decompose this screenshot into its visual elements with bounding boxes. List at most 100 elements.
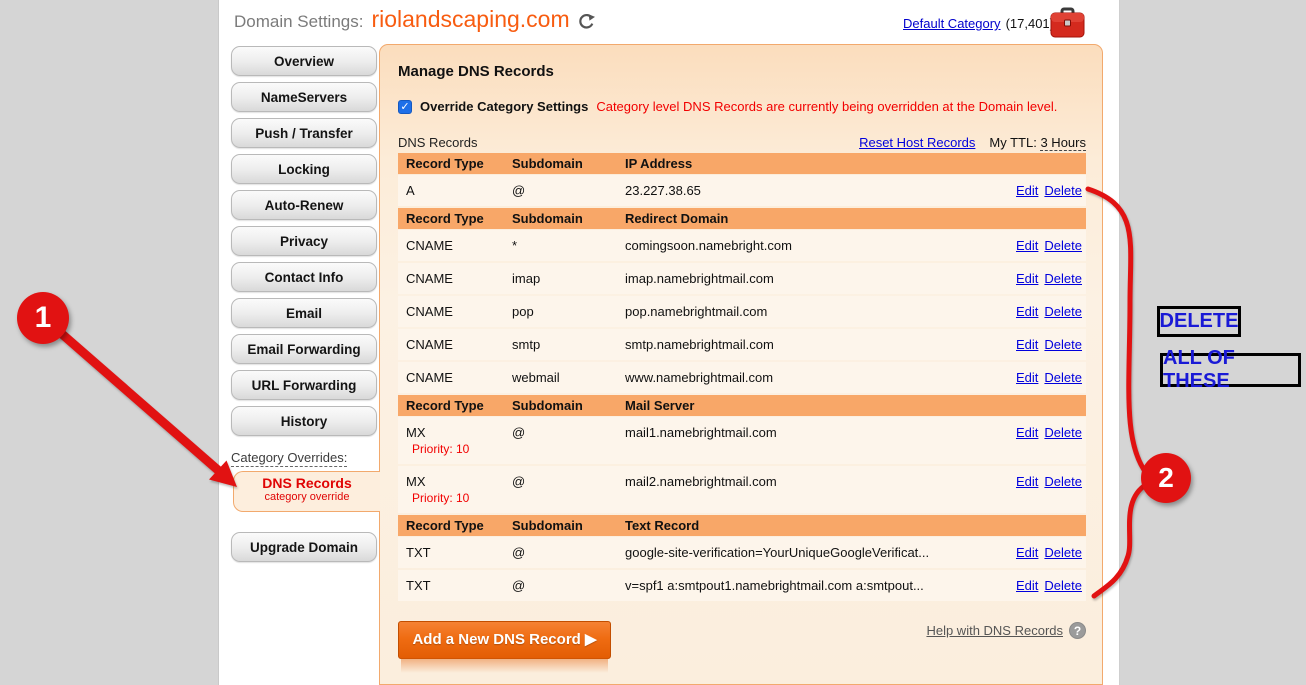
edit-link[interactable]: Edit — [1016, 304, 1038, 319]
page-header: Domain Settings: riolandscaping.com — [234, 6, 595, 33]
sidebar-item-url-forwarding[interactable]: URL Forwarding — [231, 370, 377, 400]
value-cell: mail2.namebrightmail.com — [625, 474, 986, 489]
arrow-right-icon: ▶ — [585, 631, 597, 648]
upgrade-domain-button[interactable]: Upgrade Domain — [231, 532, 377, 562]
subdomain-cell: pop — [512, 304, 625, 319]
record-type-cell: CNAME — [406, 238, 512, 253]
dns-record-row: CNAME*comingsoon.namebright.com Edit Delet… — [398, 230, 1086, 261]
sidebar-nav: Overview NameServers Push / Transfer Lockin… — [231, 46, 377, 442]
sidebar-item-overview[interactable]: Overview — [231, 46, 377, 76]
delete-link[interactable]: Delete — [1044, 425, 1082, 440]
edit-link[interactable]: Edit — [1016, 337, 1038, 352]
value-header: IP Address — [625, 156, 1086, 171]
sidebar-item-email[interactable]: Email — [231, 298, 377, 328]
record-type-header: Record Type — [406, 156, 512, 171]
dns-record-row: CNAMEsmtpsmtp.namebrightmail.com Edit Dele… — [398, 329, 1086, 360]
delete-link[interactable]: Delete — [1044, 545, 1082, 560]
toolbox-icon[interactable] — [1050, 7, 1085, 38]
default-category-link[interactable]: Default Category — [903, 16, 1001, 31]
value-cell: smtp.namebrightmail.com — [625, 337, 986, 352]
question-mark-icon[interactable]: ? — [1069, 622, 1086, 639]
dns-record-row: CNAMEwebmailwww.namebrightmail.comEditDe… — [398, 362, 1086, 393]
record-type-header: Record Type — [406, 398, 512, 413]
section-header-row: Record TypeSubdomainText Record — [398, 515, 1086, 536]
ttl-value-dropdown[interactable]: 3 Hours — [1040, 135, 1086, 151]
sidebar-item-push-transfer[interactable]: Push / Transfer — [231, 118, 377, 148]
edit-link[interactable]: Edit — [1016, 425, 1038, 440]
delete-link[interactable]: Delete — [1044, 183, 1082, 198]
override-checkbox-label: Override Category Settings — [420, 99, 588, 114]
subdomain-cell: webmail — [512, 370, 625, 385]
record-type-value: MX — [406, 425, 512, 440]
sidebar-item-nameservers[interactable]: NameServers — [231, 82, 377, 112]
value-cell: comingsoon.namebright.com — [625, 238, 986, 253]
edit-link[interactable]: Edit — [1016, 183, 1038, 198]
add-dns-record-button[interactable]: Add a New DNS Record ▶ — [398, 621, 611, 659]
record-type-value: CNAME — [406, 337, 512, 352]
sidebar-item-email-forwarding[interactable]: Email Forwarding — [231, 334, 377, 364]
subdomain-cell: @ — [512, 425, 625, 440]
subdomain-cell: smtp — [512, 337, 625, 352]
record-type-cell: A — [406, 183, 512, 198]
edit-link[interactable]: Edit — [1016, 238, 1038, 253]
delete-link[interactable]: Delete — [1044, 370, 1082, 385]
delete-link[interactable]: Delete — [1044, 474, 1082, 489]
value-cell: pop.namebrightmail.com — [625, 304, 986, 319]
dns-record-row: CNAMEimapimap.namebrightmail.comEditDele… — [398, 263, 1086, 294]
sidebar-item-dns-records[interactable]: DNS Records category override — [233, 471, 380, 512]
refresh-icon[interactable] — [578, 13, 595, 30]
delete-link[interactable]: Delete — [1044, 578, 1082, 593]
actions-cell: Edit Delete — [986, 271, 1086, 286]
record-type-cell: MXPriority: 10 — [406, 474, 512, 505]
actions-cell: Edit Delete — [986, 370, 1086, 385]
record-type-cell: CNAME — [406, 337, 512, 352]
override-checkbox[interactable]: ✓ — [398, 100, 412, 114]
value-header: Mail Server — [625, 398, 1086, 413]
sidebar-item-auto-renew[interactable]: Auto-Renew — [231, 190, 377, 220]
override-row: ✓ Override Category Settings Category le… — [398, 99, 1086, 114]
sidebar-item-history[interactable]: History — [231, 406, 377, 436]
help-dns-records-link[interactable]: Help with DNS Records — [926, 623, 1063, 638]
actions-cell: Edit Delete — [986, 304, 1086, 319]
dns-records-table: Record TypeSubdomainIP AddressA@23.227.3… — [398, 153, 1086, 601]
annotation-step-2: 2 — [1141, 453, 1191, 503]
subdomain-header: Subdomain — [512, 156, 625, 171]
subdomain-cell: @ — [512, 545, 625, 560]
delete-link[interactable]: Delete — [1044, 238, 1082, 253]
reset-host-records-link[interactable]: Reset Host Records — [859, 135, 975, 150]
sidebar-item-privacy[interactable]: Privacy — [231, 226, 377, 256]
subdomain-cell: @ — [512, 578, 625, 593]
delete-link[interactable]: Delete — [1044, 337, 1082, 352]
record-type-value: CNAME — [406, 304, 512, 319]
edit-link[interactable]: Edit — [1016, 545, 1038, 560]
value-cell: imap.namebrightmail.com — [625, 271, 986, 286]
record-type-header: Record Type — [406, 518, 512, 533]
table-label-row: DNS Records Reset Host Records My TTL: 3… — [398, 135, 1086, 150]
record-type-value: MX — [406, 474, 512, 489]
dns-panel: Manage DNS Records ✓ Override Category S… — [379, 44, 1103, 685]
actions-cell: Edit Delete — [986, 425, 1086, 440]
sidebar-item-contact-info[interactable]: Contact Info — [231, 262, 377, 292]
record-type-value: CNAME — [406, 271, 512, 286]
section-header-row: Record TypeSubdomainRedirect Domain — [398, 208, 1086, 229]
default-category-count: (17,401) — [1006, 16, 1054, 31]
actions-cell: Edit Delete — [986, 238, 1086, 253]
section-header-row: Record TypeSubdomainIP Address — [398, 153, 1086, 174]
help-row: Help with DNS Records ? — [926, 622, 1086, 639]
sidebar-item-locking[interactable]: Locking — [231, 154, 377, 184]
subdomain-cell: @ — [512, 474, 625, 489]
override-warning-text: Category level DNS Records are currently… — [596, 99, 1057, 114]
dns-record-row: CNAMEpoppop.namebrightmail.com Edit Delete — [398, 296, 1086, 327]
content-card: Domain Settings: riolandscaping.com Defa… — [218, 0, 1120, 685]
domain-name: riolandscaping.com — [371, 6, 569, 33]
edit-link[interactable]: Edit — [1016, 474, 1038, 489]
delete-link[interactable]: Delete — [1044, 304, 1082, 319]
annotation-delete-label: DELETE — [1157, 306, 1241, 337]
subdomain-header: Subdomain — [512, 518, 625, 533]
subdomain-cell: * — [512, 238, 625, 253]
edit-link[interactable]: Edit — [1016, 370, 1038, 385]
edit-link[interactable]: Edit — [1016, 578, 1038, 593]
value-cell: v=spf1 a:smtpout1.namebrightmail.com a:s… — [625, 578, 986, 593]
delete-link[interactable]: Delete — [1044, 271, 1082, 286]
edit-link[interactable]: Edit — [1016, 271, 1038, 286]
